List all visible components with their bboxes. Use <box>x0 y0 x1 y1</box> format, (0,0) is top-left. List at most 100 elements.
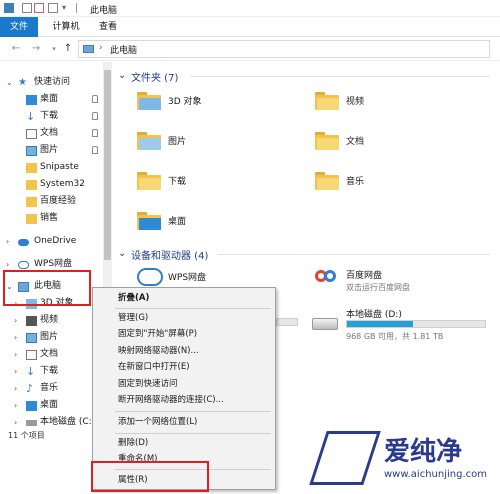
status-item-count: 11 个项目 <box>8 431 45 440</box>
menu-add-network-location[interactable]: 添加一个网络位置(L) <box>93 415 275 429</box>
expand-chevron-icon[interactable]: › <box>14 363 17 380</box>
nav-music[interactable]: › ♪ 音乐 <box>0 380 100 397</box>
forward-arrow-icon[interactable]: → <box>30 42 42 56</box>
pin-icon <box>92 146 98 154</box>
back-arrow-icon[interactable]: ← <box>10 42 22 56</box>
quick-access-customize-icon[interactable]: ▾ <box>62 3 72 13</box>
nav-onedrive[interactable]: › OneDrive <box>0 233 100 250</box>
nav-label: 图片 <box>40 145 59 155</box>
expand-chevron-icon[interactable]: › <box>14 346 17 363</box>
folder-label: 图片 <box>168 137 187 147</box>
folder-music[interactable] <box>315 172 339 190</box>
menu-map-network-drive[interactable]: 映射网络驱动器(N)... <box>93 344 275 358</box>
nav-label: OneDrive <box>34 236 77 246</box>
tab-computer[interactable]: 计算机 <box>46 17 86 37</box>
nav-snipaste[interactable]: Snipaste <box>0 159 100 176</box>
nav-pc-downloads[interactable]: › ↓ 下载 <box>0 363 100 380</box>
group-chevron-icon[interactable]: ⌄ <box>118 248 126 259</box>
nav-pc-pictures[interactable]: › 图片 <box>0 329 100 346</box>
nav-quick-access[interactable]: ⌄ ★ 快速访问 <box>0 74 100 91</box>
wps-drive-cloud-icon[interactable] <box>137 268 163 286</box>
nav-videos[interactable]: › 视频 <box>0 312 100 329</box>
folder-documents[interactable] <box>315 132 339 150</box>
menu-pin-quick-access[interactable]: 固定到快速访问 <box>93 377 275 391</box>
address-input[interactable]: › 此电脑 <box>78 40 490 58</box>
document-icon <box>26 129 37 139</box>
watermark-brand: 爱纯净 <box>384 437 463 467</box>
menu-manage[interactable]: 管理(G) <box>93 311 275 325</box>
wps-cloud-icon <box>18 261 29 269</box>
nav-baidu-jingyan[interactable]: 百度经验 <box>0 193 100 210</box>
nav-label: 文档 <box>40 128 59 138</box>
devices-group-header[interactable]: 设备和驱动器 (4) <box>131 247 208 262</box>
window-title: 此电脑 <box>90 6 118 16</box>
baidu-drive-icon[interactable] <box>315 266 337 288</box>
quick-access-checkmark-icon[interactable] <box>34 3 44 13</box>
quick-access-properties-icon[interactable] <box>22 3 32 13</box>
group-divider <box>218 254 490 255</box>
nav-label: 快速访问 <box>34 77 71 87</box>
nav-pc-documents[interactable]: › 文档 <box>0 346 100 363</box>
nav-system32[interactable]: System32 <box>0 176 100 193</box>
nav-label: 销售 <box>40 213 59 223</box>
expand-chevron-icon[interactable]: ⌄ <box>6 74 13 91</box>
group-chevron-icon[interactable]: ⌄ <box>118 70 126 81</box>
folder-label: 3D 对象 <box>168 97 202 107</box>
nav-label: 下载 <box>40 366 59 376</box>
nav-pc-desktop[interactable]: › 桌面 <box>0 397 100 414</box>
pin-icon <box>92 95 98 103</box>
pin-icon <box>92 112 98 120</box>
folder-icon <box>26 214 37 224</box>
nav-label: 音乐 <box>40 383 59 393</box>
nav-label: 图片 <box>40 332 59 342</box>
expand-chevron-icon[interactable]: › <box>14 312 17 329</box>
expand-chevron-icon[interactable]: › <box>14 397 17 414</box>
quick-access-new-folder-icon[interactable] <box>48 3 58 13</box>
nav-label: 百度经验 <box>40 196 77 206</box>
capacity-fill <box>347 321 414 327</box>
menu-delete[interactable]: 删除(D) <box>93 436 275 450</box>
desktop-icon <box>26 95 37 105</box>
title-bar: ▾ 此电脑 <box>0 0 500 17</box>
menu-disconnect-network-drive[interactable]: 断开网络驱动器的连接(C)... <box>93 393 275 407</box>
baidu-drive-label: 百度网盘 <box>346 271 383 281</box>
folder-videos[interactable] <box>315 92 339 110</box>
menu-pin-to-start[interactable]: 固定到"开始"屏幕(P) <box>93 327 275 341</box>
nav-downloads[interactable]: ↓ 下载 <box>0 108 100 125</box>
nav-label: 文档 <box>40 349 59 359</box>
expand-chevron-icon[interactable]: › <box>14 329 17 346</box>
folder-pictures[interactable] <box>137 132 161 150</box>
title-divider <box>76 3 82 13</box>
menu-open-new-window[interactable]: 在新窗口中打开(E) <box>93 360 275 374</box>
tab-view[interactable]: 查看 <box>92 17 124 37</box>
scrollbar-thumb[interactable] <box>104 70 111 260</box>
watermark-logo-icon <box>309 431 381 485</box>
menu-collapse[interactable]: 折叠(A) <box>93 291 275 305</box>
wps-drive-label: WPS网盘 <box>168 273 207 283</box>
nav-label: System32 <box>40 179 86 189</box>
document-icon <box>26 350 37 360</box>
recent-locations-chevron-icon[interactable]: ▾ <box>48 42 60 56</box>
window-icon <box>4 3 14 13</box>
nav-sales[interactable]: 销售 <box>0 210 100 227</box>
pin-icon <box>92 129 98 137</box>
nav-desktop[interactable]: 桌面 <box>0 91 100 108</box>
nav-label: Snipaste <box>40 162 79 172</box>
tab-file[interactable]: 文件 <box>0 17 38 37</box>
nav-documents[interactable]: 文档 <box>0 125 100 142</box>
folder-label: 下载 <box>168 177 187 187</box>
expand-chevron-icon[interactable]: › <box>14 380 17 397</box>
folders-group-header[interactable]: 文件夹 (7) <box>131 69 178 84</box>
folder-label: 文档 <box>346 137 365 147</box>
watermark: 爱纯净 www.aichunjing.com <box>300 425 500 494</box>
drive-icon <box>26 420 37 426</box>
folder-3d-objects[interactable] <box>137 92 161 110</box>
folder-downloads[interactable] <box>137 172 161 190</box>
folder-icon <box>26 197 37 207</box>
local-disk-d-icon[interactable] <box>312 318 338 330</box>
up-arrow-icon[interactable]: ↑ <box>62 42 74 56</box>
ribbon: 文件 计算机 查看 <box>0 17 500 37</box>
nav-pictures[interactable]: 图片 <box>0 142 100 159</box>
expand-chevron-icon[interactable]: › <box>6 233 9 250</box>
folder-desktop[interactable] <box>137 212 161 230</box>
